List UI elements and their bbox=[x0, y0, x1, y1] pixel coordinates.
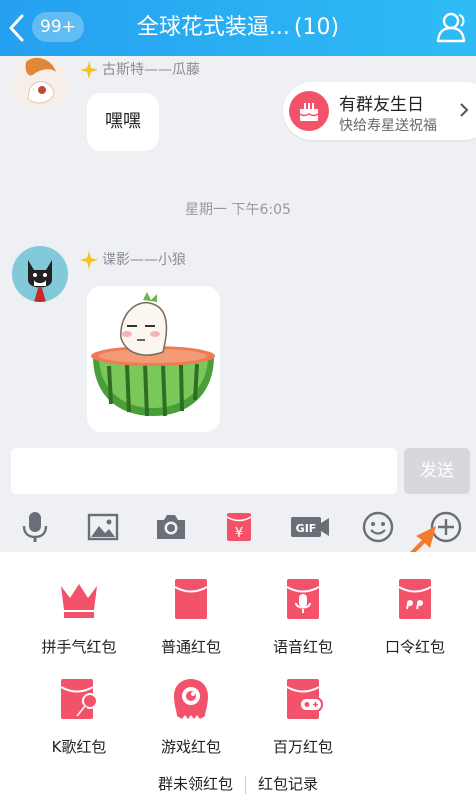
sparkle-icon bbox=[80, 251, 98, 269]
avatar[interactable] bbox=[12, 246, 68, 302]
million-envelope-icon bbox=[286, 679, 323, 719]
packet-history-link[interactable]: 红包记录 bbox=[246, 775, 330, 793]
svg-text:GIF: GIF bbox=[296, 522, 317, 535]
karaoke-envelope-icon bbox=[60, 679, 98, 719]
emoji-icon[interactable] bbox=[361, 510, 395, 544]
group-settings-button[interactable] bbox=[434, 10, 468, 48]
group-members-icon bbox=[436, 12, 466, 43]
input-row: 发送 bbox=[0, 444, 476, 500]
packet-karaoke[interactable]: K歌红包 bbox=[24, 676, 134, 757]
gif-icon[interactable]: GIF bbox=[290, 510, 330, 544]
red-packet-icon[interactable]: ¥ bbox=[222, 510, 256, 544]
chevron-right-icon bbox=[460, 103, 469, 117]
header-bar: 99+ 全球花式装逼... (10) bbox=[0, 0, 476, 56]
game-icon bbox=[174, 679, 208, 719]
mic-icon[interactable] bbox=[18, 510, 52, 544]
message-bubble[interactable]: 嘿嘿 bbox=[87, 93, 159, 151]
member-count: (10) bbox=[293, 15, 340, 40]
camera-icon[interactable] bbox=[154, 510, 188, 544]
toolbar: ¥ GIF bbox=[0, 500, 476, 556]
image-icon[interactable] bbox=[86, 510, 120, 544]
packet-lucky[interactable]: 拼手气红包 bbox=[24, 576, 134, 657]
time-separator: 星期一 下午6:05 bbox=[185, 202, 291, 218]
birthday-subtitle: 快给寿星送祝福 bbox=[339, 118, 437, 134]
envelope-icon bbox=[174, 579, 208, 619]
message-input[interactable] bbox=[11, 448, 397, 494]
page-title: 全球花式装逼... (10) bbox=[0, 12, 476, 44]
crown-icon bbox=[61, 584, 97, 618]
red-packet-panel: 拼手气红包 普通红包 语音红包 口令红包 K歌红包 游戏红包 百万红包 群未领红… bbox=[0, 552, 476, 807]
cake-icon bbox=[289, 91, 329, 131]
group-name: 全球花式装逼... bbox=[136, 15, 290, 40]
sticker-bubble[interactable] bbox=[87, 286, 220, 432]
sparkle-icon bbox=[80, 61, 98, 79]
packet-normal[interactable]: 普通红包 bbox=[136, 576, 246, 657]
packet-voice[interactable]: 语音红包 bbox=[248, 576, 358, 657]
message-text: 嘿嘿 bbox=[105, 111, 141, 132]
watermelon-sticker bbox=[91, 292, 215, 417]
sender-name: 古斯特——瓜藤 bbox=[80, 59, 200, 79]
send-button[interactable]: 发送 bbox=[404, 448, 470, 494]
panel-links: 群未领红包 红包记录 bbox=[0, 773, 476, 794]
avatar[interactable] bbox=[12, 56, 68, 110]
sender-name: 谍影——小狼 bbox=[80, 249, 186, 269]
unclaimed-packets-link[interactable]: 群未领红包 bbox=[146, 775, 245, 793]
birthday-banner[interactable]: 有群友生日 快给寿星送祝福 bbox=[283, 82, 476, 140]
birthday-title: 有群友生日 bbox=[339, 95, 424, 115]
quote-envelope-icon bbox=[398, 579, 432, 619]
chat-area[interactable]: 古斯特——瓜藤 嘿嘿 有群友生日 快给寿星送祝福 星期一 下午6:05 谍影——… bbox=[0, 56, 476, 444]
voice-envelope-icon bbox=[286, 579, 320, 619]
packet-password[interactable]: 口令红包 bbox=[360, 576, 470, 657]
packet-million[interactable]: 百万红包 bbox=[248, 676, 358, 757]
svg-text:¥: ¥ bbox=[235, 526, 243, 541]
packet-game[interactable]: 游戏红包 bbox=[136, 676, 246, 757]
